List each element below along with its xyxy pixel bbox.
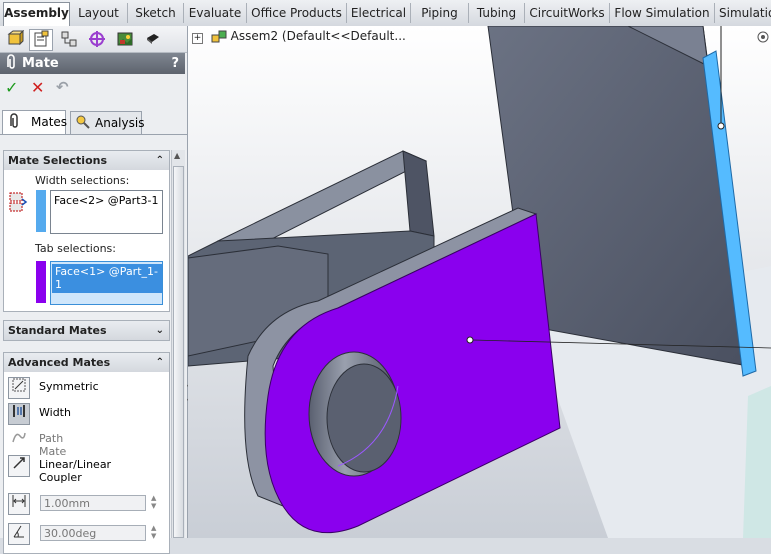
assembly-tree-node[interactable]: + Assem2 (Default<<Default... (192, 29, 406, 44)
symmetric-icon (8, 377, 30, 399)
collapse-icon[interactable]: ⌃ (156, 151, 164, 170)
graphics-viewport[interactable]: + Assem2 (Default<<Default... (188, 26, 771, 538)
display-manager-icon[interactable] (113, 29, 137, 51)
3d-model-view[interactable] (188, 26, 771, 538)
property-manager-panel: Mate ? ✓ ✕ ↶ Mates Analysis Mate Selecti… (0, 26, 190, 554)
tab-analysis[interactable]: Analysis (70, 111, 145, 134)
tab-piping[interactable]: Piping (411, 3, 469, 23)
help-button[interactable]: ? (171, 53, 179, 74)
paperclip-icon (4, 53, 18, 78)
collapse-icon[interactable]: ⌃ (156, 353, 164, 372)
width-selection-item[interactable]: Face<2> @Part3-1 (54, 194, 158, 207)
tab-analysis-label: Analysis (95, 116, 145, 130)
property-manager-title: Mate (22, 56, 59, 71)
mate-selections-group: Mate Selections ⌃ Width selections: Face… (3, 150, 170, 312)
mate-selection-icon (8, 191, 28, 216)
tab-flow-simulation[interactable]: Flow Simulation (610, 3, 715, 23)
cancel-button[interactable]: ✕ (31, 78, 44, 97)
tab-mates[interactable]: Mates (2, 110, 68, 135)
dimxpert-icon[interactable] (85, 29, 109, 51)
tab-assembly[interactable]: Assembly (3, 2, 70, 26)
tab-sketch[interactable]: Sketch (128, 3, 184, 23)
standard-mates-header[interactable]: Standard Mates ⌄ (4, 321, 169, 340)
angle-input[interactable]: 30.00deg (40, 525, 146, 541)
view-orientation-icon[interactable] (757, 31, 769, 46)
distance-spinner[interactable]: ▲ ▼ (151, 494, 156, 510)
tab-selections-box[interactable]: Face<1> @Part_1-1 (50, 261, 163, 305)
feature-manager-icon[interactable] (3, 29, 27, 51)
tab-simulation[interactable]: Simulation (715, 3, 771, 23)
panel-scrollbar[interactable]: ▲ (171, 150, 185, 538)
tab-selection-item[interactable]: Face<1> @Part_1-1 (52, 264, 162, 293)
advanced-mates-header[interactable]: Advanced Mates ⌃ (4, 353, 169, 372)
mate-title-bar: Mate ? (0, 53, 185, 74)
assembly-title: Assem2 (Default<<Default... (230, 29, 406, 43)
advanced-mates-group: Advanced Mates ⌃ Symmetric Width Path Ma… (3, 352, 170, 554)
tab-selections-label: Tab selections: (35, 242, 116, 255)
scrollbar-thumb[interactable] (173, 166, 184, 538)
manager-tabs-bar (0, 26, 187, 53)
width-selections-box[interactable]: Face<2> @Part3-1 (50, 190, 163, 234)
linear-coupler-icon (8, 455, 30, 477)
undo-button[interactable]: ↶ (56, 78, 69, 96)
scroll-up-icon[interactable]: ▲ (174, 151, 180, 160)
tab-divider (0, 134, 187, 135)
mate-selections-header[interactable]: Mate Selections ⌃ (4, 151, 169, 170)
standard-mates-group[interactable]: Standard Mates ⌄ (3, 320, 170, 341)
camera-icon[interactable] (141, 29, 165, 51)
tab-circuitworks[interactable]: CircuitWorks (525, 3, 610, 23)
tab-color-swatch (36, 261, 46, 303)
width-color-swatch (36, 190, 46, 232)
width-selections-label: Width selections: (35, 174, 130, 187)
tab-office-products[interactable]: Office Products (247, 3, 347, 23)
tab-tubing[interactable]: Tubing (469, 3, 525, 23)
tab-mates-label: Mates (31, 115, 68, 129)
expand-icon[interactable]: ⌄ (156, 321, 164, 340)
tab-evaluate[interactable]: Evaluate (184, 3, 247, 23)
width-icon (8, 403, 30, 425)
distance-icon (8, 493, 30, 515)
ok-button[interactable]: ✓ (5, 78, 18, 97)
path-mate-icon (8, 429, 30, 451)
distance-input[interactable]: 1.00mm (40, 495, 146, 511)
tab-layout[interactable]: Layout (70, 3, 128, 23)
expand-icon[interactable]: + (192, 33, 203, 44)
property-manager-icon[interactable] (29, 29, 53, 51)
assembly-icon (211, 29, 231, 43)
command-manager-tabs: Assembly Layout Sketch Evaluate Office P… (0, 0, 771, 27)
configuration-manager-icon[interactable] (57, 29, 81, 51)
tab-electrical[interactable]: Electrical (347, 3, 411, 23)
angle-icon (8, 523, 30, 545)
